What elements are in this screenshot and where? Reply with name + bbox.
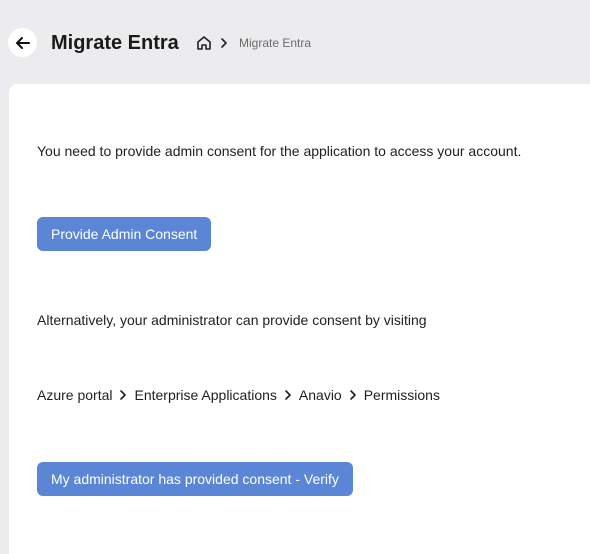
- path-item-permissions: Permissions: [363, 387, 440, 403]
- consent-message: You need to provide admin consent for th…: [37, 143, 522, 159]
- breadcrumb: Migrate Entra: [195, 33, 311, 53]
- chevron-right-icon: [348, 389, 358, 401]
- alternative-message: Alternatively, your administrator can pr…: [37, 312, 427, 328]
- arrow-left-icon: [15, 36, 30, 49]
- page-title: Migrate Entra: [51, 32, 179, 54]
- page-header: Migrate Entra Migrate Entra: [0, 0, 590, 84]
- path-item-enterprise-applications: Enterprise Applications: [134, 387, 277, 403]
- back-button[interactable]: [8, 28, 37, 57]
- consent-path: Azure portal Enterprise Applications Ana…: [37, 387, 440, 403]
- verify-consent-button[interactable]: My administrator has provided consent - …: [37, 462, 353, 496]
- chevron-right-icon: [118, 389, 128, 401]
- chevron-right-icon: [219, 37, 229, 49]
- chevron-right-icon: [283, 389, 293, 401]
- path-item-anavio: Anavio: [298, 387, 342, 403]
- path-item-azure-portal: Azure portal: [37, 387, 113, 403]
- home-icon: [197, 36, 211, 50]
- main-card: You need to provide admin consent for th…: [9, 84, 590, 554]
- breadcrumb-home[interactable]: [195, 34, 213, 52]
- breadcrumb-current: Migrate Entra: [239, 36, 312, 50]
- provide-admin-consent-button[interactable]: Provide Admin Consent: [37, 217, 212, 251]
